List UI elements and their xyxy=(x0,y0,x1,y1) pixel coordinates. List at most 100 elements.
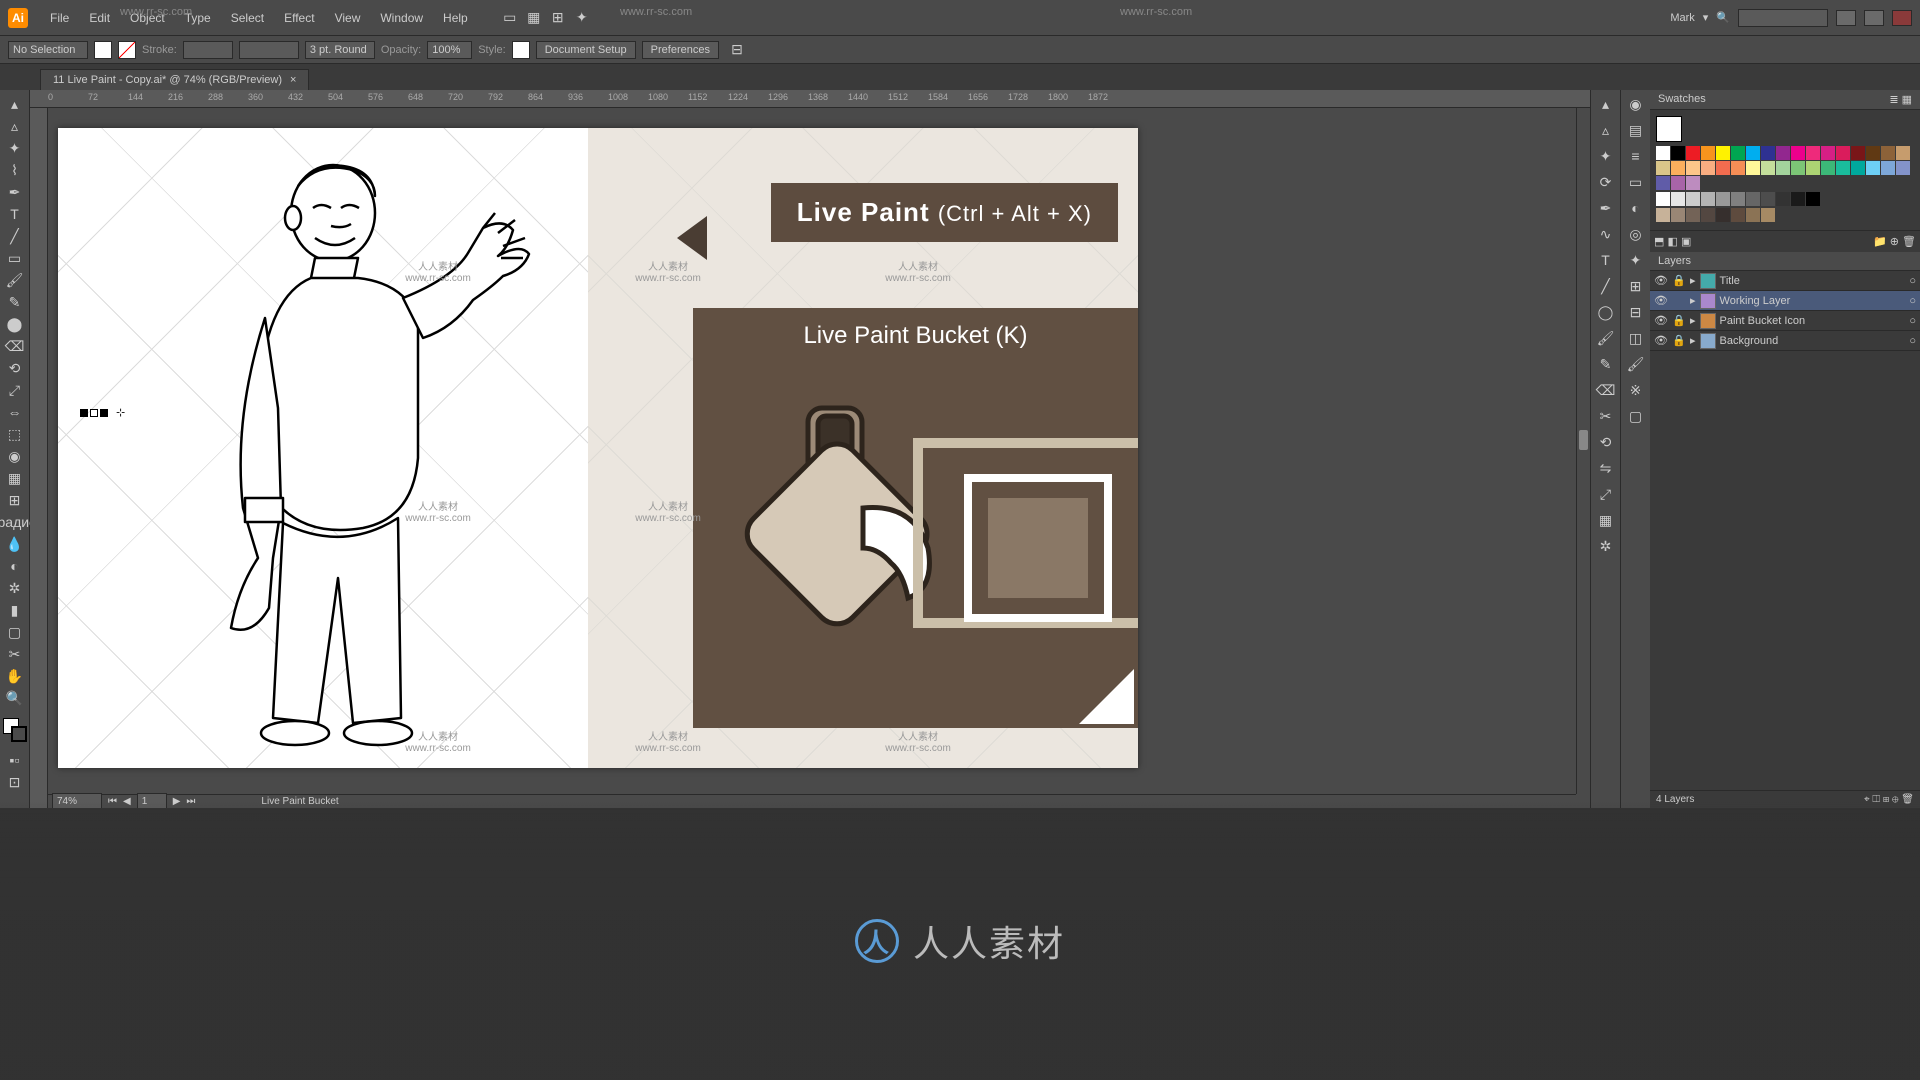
swatch[interactable] xyxy=(1686,208,1700,222)
screen-mode-icon[interactable]: ⊡ xyxy=(3,772,27,792)
swatch[interactable] xyxy=(1701,192,1715,206)
swatch[interactable] xyxy=(1746,146,1760,160)
selection-tool[interactable]: ▴ xyxy=(3,94,27,114)
user-label[interactable]: Mark xyxy=(1670,12,1694,24)
swatch[interactable] xyxy=(1851,161,1865,175)
appearance-panel-icon[interactable]: ◎ xyxy=(1624,224,1648,244)
swatch[interactable] xyxy=(1716,208,1730,222)
swatch[interactable] xyxy=(1716,146,1730,160)
swatch[interactable] xyxy=(1851,146,1865,160)
swatch[interactable] xyxy=(1671,176,1685,190)
lock-icon[interactable]: 🔒 xyxy=(1672,274,1686,287)
artboard-nav-prev-icon[interactable]: ◀ xyxy=(123,796,131,807)
swatch[interactable] xyxy=(1881,146,1895,160)
visibility-icon[interactable]: 👁 xyxy=(1654,294,1668,307)
menu-help[interactable]: Help xyxy=(433,7,478,29)
swatch[interactable] xyxy=(1656,146,1670,160)
artboard-nav-first-icon[interactable]: ⏮ xyxy=(108,796,117,807)
swatch[interactable] xyxy=(1776,146,1790,160)
lasso-tool[interactable]: ⌇ xyxy=(3,160,27,180)
rotate-tool[interactable]: ⟲ xyxy=(3,358,27,378)
magic-wand-tool[interactable]: ✦ xyxy=(3,138,27,158)
swatch[interactable] xyxy=(1731,192,1745,206)
eraser2-icon[interactable]: ⌫ xyxy=(1594,380,1618,400)
color-mode-icon[interactable]: ▪▫ xyxy=(3,750,27,770)
pointer2-icon[interactable]: ▴ xyxy=(1594,94,1618,114)
stroke-profile[interactable] xyxy=(239,41,299,59)
type-tool[interactable]: T xyxy=(3,204,27,224)
swatch[interactable] xyxy=(1656,192,1670,206)
swatch[interactable] xyxy=(1821,161,1835,175)
swatch[interactable] xyxy=(1746,192,1760,206)
eraser-tool[interactable]: ⌫ xyxy=(3,336,27,356)
type2-icon[interactable]: T xyxy=(1594,250,1618,270)
swatch[interactable] xyxy=(1761,146,1775,160)
blend-tool[interactable]: ◐ xyxy=(3,556,27,576)
artboards-panel-icon[interactable]: ▢ xyxy=(1624,406,1648,426)
swatch[interactable] xyxy=(1881,161,1895,175)
zoom-level[interactable]: 74% xyxy=(52,793,102,809)
artboard-index[interactable]: 1 xyxy=(137,793,167,809)
pen2-icon[interactable]: ✒ xyxy=(1594,198,1618,218)
symbols-panel-icon[interactable]: ※ xyxy=(1624,380,1648,400)
refresh-icon[interactable]: ⟳ xyxy=(1594,172,1618,192)
shape-builder-tool[interactable]: ◉ xyxy=(3,446,27,466)
swatch[interactable] xyxy=(1806,192,1820,206)
wand2-icon[interactable]: ✦ xyxy=(1594,146,1618,166)
swatch[interactable] xyxy=(1776,161,1790,175)
pencil2-icon[interactable]: ✎ xyxy=(1594,354,1618,374)
layer-row[interactable]: 👁▸Working Layer○ xyxy=(1650,291,1920,311)
rotate2-icon[interactable]: ⟲ xyxy=(1594,432,1618,452)
color-panel-icon[interactable]: ◉ xyxy=(1624,94,1648,114)
scrollbar-vertical[interactable] xyxy=(1576,108,1590,794)
grid2-icon[interactable]: ▦ xyxy=(1594,510,1618,530)
target-icon[interactable]: ○ xyxy=(1909,315,1916,327)
align-panel-icon[interactable]: ⊟ xyxy=(1624,302,1648,322)
swatch[interactable] xyxy=(1731,146,1745,160)
preferences-button[interactable]: Preferences xyxy=(642,41,719,59)
zoom-tool[interactable]: 🔍 xyxy=(3,688,27,708)
layer-row[interactable]: 👁🔒▸Title○ xyxy=(1650,271,1920,291)
layer-row[interactable]: 👁🔒▸Paint Bucket Icon○ xyxy=(1650,311,1920,331)
swatch[interactable] xyxy=(1896,161,1910,175)
menu-effect[interactable]: Effect xyxy=(274,7,324,29)
swatch[interactable] xyxy=(1686,192,1700,206)
swatch[interactable] xyxy=(1866,161,1880,175)
gradient-panel-icon[interactable]: ▭ xyxy=(1624,172,1648,192)
stroke-value[interactable] xyxy=(183,41,233,59)
target-icon[interactable]: ○ xyxy=(1909,335,1916,347)
graphic-styles-icon[interactable]: ✦ xyxy=(1624,250,1648,270)
scale-tool[interactable]: ⤢ xyxy=(3,380,27,400)
new-swatch-icon[interactable]: ⊕ xyxy=(1890,236,1899,248)
swatch[interactable] xyxy=(1791,161,1805,175)
current-swatch[interactable] xyxy=(1656,116,1682,142)
symbol2-icon[interactable]: ✲ xyxy=(1594,536,1618,556)
hand-tool[interactable]: ✋ xyxy=(3,666,27,686)
canvas[interactable]: 人人素材www.rr-sc.com 人人素材www.rr-sc.com 人人素材… xyxy=(48,108,1576,794)
column-graph-tool[interactable]: ▮ xyxy=(3,600,27,620)
scissors-icon[interactable]: ✂ xyxy=(1594,406,1618,426)
line2-icon[interactable]: ╱ xyxy=(1594,276,1618,296)
target-icon[interactable]: ○ xyxy=(1909,275,1916,287)
gradient-tool[interactable]: �градиент xyxy=(3,512,27,532)
selection-indicator[interactable]: No Selection xyxy=(8,41,88,59)
swatch[interactable] xyxy=(1671,192,1685,206)
swatch[interactable] xyxy=(1716,192,1730,206)
swatch[interactable] xyxy=(1821,146,1835,160)
swatch[interactable] xyxy=(1896,146,1910,160)
swatch[interactable] xyxy=(1671,161,1685,175)
lock-icon[interactable]: 🔒 xyxy=(1672,314,1686,327)
swatch-options-icon[interactable]: ▣ xyxy=(1681,236,1691,248)
line-tool[interactable]: ╱ xyxy=(3,226,27,246)
ruler-horizontal[interactable]: 0721442162883604325045766487207928649361… xyxy=(30,90,1590,108)
swatch[interactable] xyxy=(1806,161,1820,175)
symbol-sprayer-tool[interactable]: ✲ xyxy=(3,578,27,598)
swatch[interactable] xyxy=(1701,146,1715,160)
new-sublayer-icon[interactable]: ⊞ xyxy=(1883,794,1889,805)
delete-layer-icon[interactable]: 🗑 xyxy=(1901,794,1914,805)
window-maximize-button[interactable] xyxy=(1864,10,1884,26)
lock-icon[interactable]: 🔒 xyxy=(1672,334,1686,347)
swatch[interactable] xyxy=(1776,192,1790,206)
free-transform-tool[interactable]: ⬚ xyxy=(3,424,27,444)
transform-panel-icon[interactable]: ⊞ xyxy=(1624,276,1648,296)
